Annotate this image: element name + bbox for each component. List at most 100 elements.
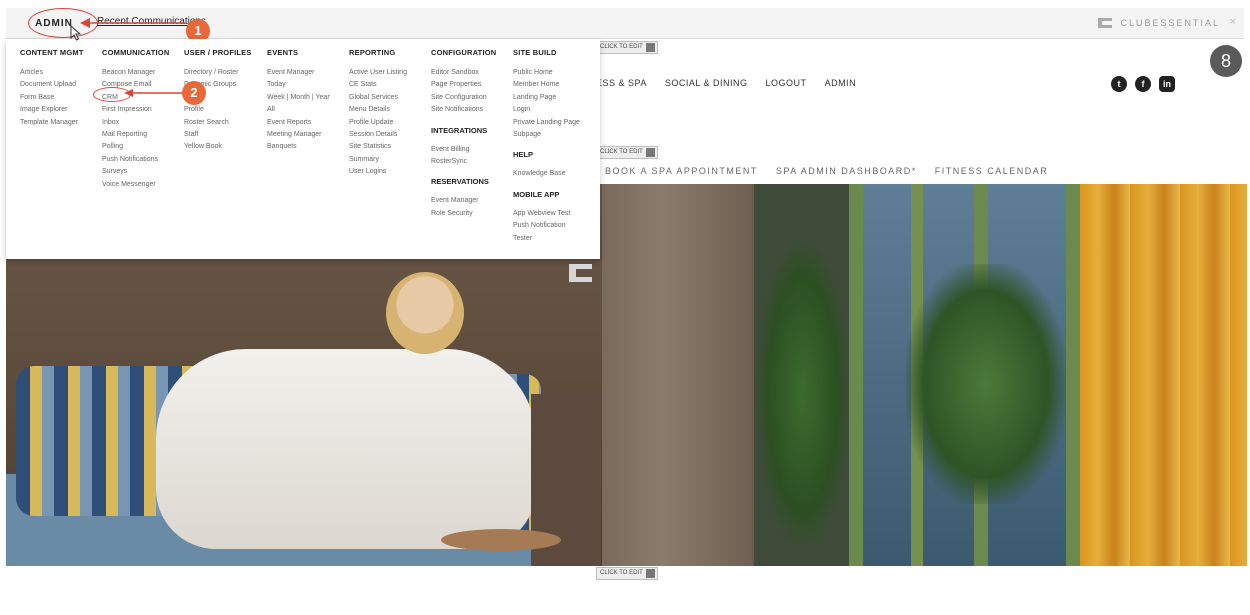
subnav-fitness-calendar[interactable]: FITNESS CALENDAR: [935, 166, 1049, 176]
callout-badge-2: 2: [182, 81, 206, 105]
menu-heading: COMMUNICATION: [102, 48, 170, 57]
menu-item[interactable]: Inbox: [102, 117, 169, 129]
menu-column-site-build: SITE BUILD Public Home Member Home Landi…: [513, 48, 580, 245]
menu-item[interactable]: Role Security: [431, 208, 496, 220]
menu-item[interactable]: Public Home: [513, 67, 580, 79]
menu-heading: RESERVATIONS: [431, 177, 489, 187]
menu-item[interactable]: Member Home: [513, 79, 580, 91]
menu-item[interactable]: Summary: [349, 154, 407, 166]
menu-item[interactable]: Meeting Manager: [267, 129, 330, 141]
nav-item-social-dining[interactable]: SOCIAL & DINING: [665, 78, 748, 88]
menu-heading: USER / PROFILES: [184, 48, 252, 57]
spa-sub-navigation: BOOK A SPA APPOINTMENT SPA ADMIN DASHBOA…: [605, 166, 1048, 176]
menu-heading: MOBILE APP: [513, 189, 560, 199]
menu-heading: CONFIGURATION: [431, 48, 497, 57]
menu-item[interactable]: Form Base: [20, 92, 84, 104]
clubessential-logo-icon: [1098, 18, 1113, 28]
edit-icon: [645, 43, 655, 52]
menu-item[interactable]: Template Manager: [20, 117, 84, 129]
menu-item[interactable]: App Webview Test: [513, 208, 580, 220]
menu-item[interactable]: Login: [513, 104, 580, 116]
menu-heading: EVENTS: [267, 48, 299, 57]
menu-heading: REPORTING: [349, 48, 396, 57]
clubessential-logo-icon: [569, 264, 592, 282]
menu-item[interactable]: First Impression: [102, 104, 169, 116]
menu-item[interactable]: Articles: [20, 67, 84, 79]
menu-item[interactable]: Directory / Roster: [184, 67, 252, 79]
menu-item[interactable]: Active User Listing: [349, 67, 407, 79]
user-avatar-icon[interactable]: 8: [1210, 45, 1242, 77]
nav-item-logout[interactable]: LOGOUT: [766, 78, 807, 88]
menu-item[interactable]: Week | Month | Year: [267, 92, 330, 104]
menu-column-communication: COMMUNICATION Beacon Manager Compose Ema…: [102, 48, 169, 191]
callout-arrow-2: [124, 89, 184, 97]
menu-item[interactable]: Roster Search: [184, 117, 252, 129]
site-navigation: ESS & SPA SOCIAL & DINING LOGOUT ADMIN: [596, 78, 856, 88]
menu-item[interactable]: Event Reports: [267, 117, 330, 129]
menu-item[interactable]: Landing Page: [513, 92, 580, 104]
edit-icon: [645, 569, 655, 578]
menu-item[interactable]: Staff: [184, 129, 252, 141]
edit-badge-label: CLICK TO EDIT: [600, 44, 643, 50]
menu-item[interactable]: Document Upload: [20, 79, 84, 91]
menu-item[interactable]: Private Landing Page: [513, 117, 580, 129]
menu-item[interactable]: Today: [267, 79, 330, 91]
facebook-icon[interactable]: f: [1135, 76, 1151, 92]
nav-item-admin[interactable]: ADMIN: [825, 78, 857, 88]
menu-heading: CONTENT MGMT: [20, 48, 84, 57]
subnav-book-spa[interactable]: BOOK A SPA APPOINTMENT: [605, 166, 758, 176]
edit-badge-label: CLICK TO EDIT: [600, 570, 643, 576]
menu-item[interactable]: Profile Update: [349, 117, 407, 129]
menu-item[interactable]: Beacon Manager: [102, 67, 169, 79]
menu-item[interactable]: Knowledge Base: [513, 168, 580, 180]
menu-item[interactable]: Global Services: [349, 92, 407, 104]
click-to-edit-badge[interactable]: CLICK TO EDIT: [596, 41, 658, 54]
menu-column-configuration: CONFIGURATION Editor Sandbox Page Proper…: [431, 48, 496, 220]
menu-item[interactable]: All: [267, 104, 330, 116]
close-toolbar-button[interactable]: ×: [1230, 16, 1236, 28]
menu-item[interactable]: Site Notifications: [431, 104, 496, 116]
menu-item[interactable]: Image Explorer: [20, 104, 84, 116]
mouse-cursor-icon: [70, 25, 82, 41]
menu-item[interactable]: Surveys: [102, 166, 169, 178]
menu-item[interactable]: Event Manager: [267, 67, 330, 79]
nav-item-fitness-spa[interactable]: ESS & SPA: [596, 78, 647, 88]
menu-item[interactable]: Polling: [102, 141, 169, 153]
callout-arrow-1: [80, 18, 186, 28]
menu-item[interactable]: Page Properties: [431, 79, 496, 91]
edit-badge-label: CLICK TO EDIT: [600, 149, 643, 155]
menu-item[interactable]: Push Notifications: [102, 154, 169, 166]
subnav-spa-admin-dashboard[interactable]: SPA ADMIN DASHBOARD*: [776, 166, 917, 176]
menu-heading: HELP: [513, 150, 534, 160]
menu-item[interactable]: Menu Details: [349, 104, 407, 116]
click-to-edit-badge[interactable]: CLICK TO EDIT: [596, 146, 658, 159]
menu-item[interactable]: RosterSync: [431, 156, 496, 168]
menu-item[interactable]: Voice Messenger: [102, 179, 169, 191]
menu-item[interactable]: Editor Sandbox: [431, 67, 496, 79]
menu-column-reporting: REPORTING Active User Listing CE Stats G…: [349, 48, 407, 179]
menu-item[interactable]: Profile: [184, 104, 252, 116]
menu-item[interactable]: Event Manager: [431, 195, 496, 207]
menu-item[interactable]: Banquets: [267, 141, 330, 153]
menu-item[interactable]: Session Details: [349, 129, 407, 141]
admin-mega-menu: CONTENT MGMT Articles Document Upload Fo…: [6, 39, 600, 282]
brand-label: CLUBESSENTIAL: [1120, 18, 1220, 28]
twitter-icon[interactable]: t: [1111, 76, 1127, 92]
menu-column-content-mgmt: CONTENT MGMT Articles Document Upload Fo…: [20, 48, 84, 129]
menu-heading: INTEGRATIONS: [431, 125, 488, 135]
menu-column-events: EVENTS Event Manager Today Week | Month …: [267, 48, 330, 154]
menu-item[interactable]: Push Notification Tester: [513, 220, 573, 245]
menu-item[interactable]: Subpage: [513, 129, 580, 141]
menu-item[interactable]: Event Billing: [431, 144, 496, 156]
linkedin-icon[interactable]: in: [1159, 76, 1175, 92]
menu-item[interactable]: User Logins: [349, 166, 407, 178]
menu-item[interactable]: Mail Reporting: [102, 129, 169, 141]
clubessential-brand: CLUBESSENTIAL: [1096, 17, 1220, 29]
menu-item[interactable]: CE Stats: [349, 79, 407, 91]
menu-item[interactable]: Site Configuration: [431, 92, 496, 104]
menu-item[interactable]: Site Statistics: [349, 141, 407, 153]
social-links: t f in: [1111, 76, 1175, 92]
menu-item[interactable]: Yellow Book: [184, 141, 252, 153]
edit-icon: [645, 148, 655, 157]
click-to-edit-badge[interactable]: CLICK TO EDIT: [596, 567, 658, 580]
